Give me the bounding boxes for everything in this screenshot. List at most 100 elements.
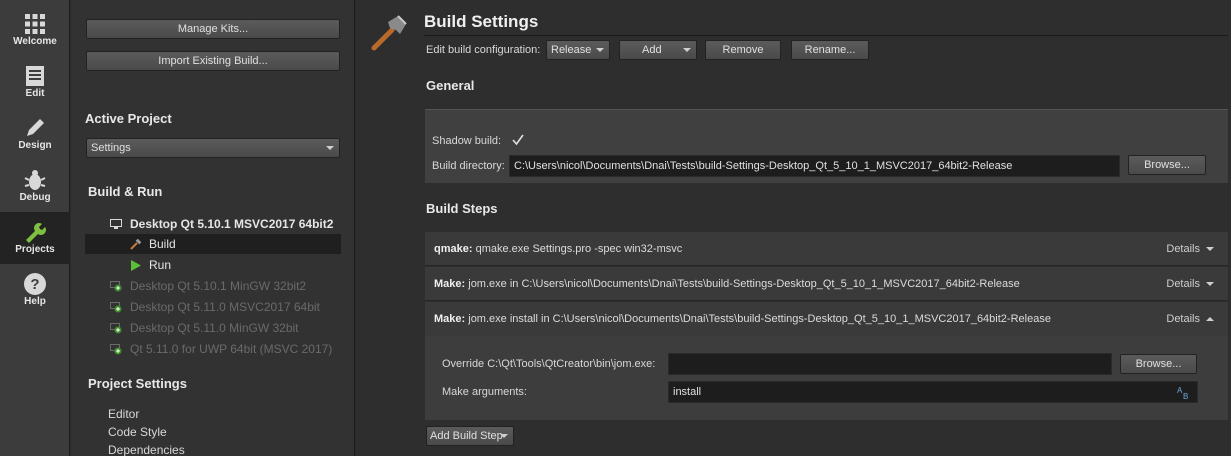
hammer-icon	[130, 239, 142, 250]
add-build-step-label: Add Build Step	[430, 430, 503, 442]
chevron-down-icon	[1206, 282, 1214, 287]
import-build-button[interactable]: Import Existing Build...	[86, 51, 340, 71]
hammer-icon	[371, 15, 407, 51]
build-config-select[interactable]: Release	[546, 40, 610, 60]
step-name: Make:	[434, 313, 466, 325]
active-project-select[interactable]: Settings	[86, 138, 340, 158]
variable-chooser-icon[interactable]: A B	[1177, 385, 1191, 399]
build-dir-label: Build directory:	[432, 160, 505, 172]
build-step-qmake[interactable]: qmake: qmake.exe Settings.pro -spec win3…	[425, 232, 1228, 266]
chevron-down-icon	[326, 146, 334, 150]
add-kit-icon	[110, 302, 122, 313]
mode-design[interactable]: Design	[0, 108, 70, 160]
build-step-make-install[interactable]: Make: jom.exe install in C:\Users\nicol\…	[425, 302, 1228, 336]
browse-build-dir-button[interactable]: Browse...	[1128, 155, 1206, 175]
mode-label: Welcome	[13, 36, 57, 47]
rename-config-button[interactable]: Rename...	[791, 40, 869, 60]
kit-label: Desktop Qt 5.11.0 MinGW 32bit	[130, 321, 299, 335]
project-settings-dependencies[interactable]: Dependencies	[108, 443, 185, 456]
general-heading: General	[426, 78, 475, 93]
active-project-heading: Active Project	[85, 111, 172, 126]
chevron-down-icon	[596, 48, 604, 52]
build-config-value: Release	[551, 44, 592, 56]
wrench-icon	[26, 223, 46, 243]
project-sidebar: Manage Kits... Import Existing Build... …	[71, 0, 355, 456]
add-kit-icon	[110, 344, 122, 355]
kit-item-511-mingw-32bit[interactable]: Desktop Qt 5.11.0 MinGW 32bit	[85, 318, 341, 338]
build-run-heading: Build & Run	[88, 184, 163, 199]
add-build-step-button[interactable]: Add Build Step	[426, 426, 514, 446]
shadow-build-checkbox[interactable]	[512, 134, 524, 146]
step-command: jom.exe in C:\Users\nicol\Documents\Dnai…	[468, 278, 1020, 290]
mode-label: Edit	[25, 88, 45, 99]
bug-icon	[24, 170, 46, 190]
chevron-up-icon	[1206, 317, 1214, 322]
kit-item-uwp-64bit[interactable]: Qt 5.11.0 for UWP 64bit (MSVC 2017)	[85, 339, 341, 359]
kit-item-mingw-32bit2[interactable]: Desktop Qt 5.10.1 MinGW 32bit2	[85, 276, 341, 296]
step-details-toggle[interactable]: Details	[1166, 267, 1214, 301]
browse-override-button[interactable]: Browse...	[1120, 354, 1197, 374]
mode-label: Design	[18, 140, 52, 151]
add-kit-icon	[110, 323, 122, 334]
chevron-down-icon	[500, 434, 508, 438]
kit-label: Desktop Qt 5.10.1 MSVC2017 64bit2	[130, 217, 334, 231]
step-command: jom.exe install in C:\Users\nicol\Docume…	[468, 313, 1051, 325]
step-command: qmake.exe Settings.pro -spec win32-msvc	[475, 243, 683, 255]
document-icon	[26, 66, 44, 86]
chevron-down-icon	[683, 48, 691, 52]
page-title: Build Settings	[424, 12, 539, 31]
step-details-toggle[interactable]: Details	[1166, 302, 1214, 336]
build-steps-heading: Build Steps	[426, 201, 498, 216]
kit-run-item[interactable]: Run	[85, 255, 341, 275]
kit-label: Qt 5.11.0 for UWP 64bit (MSVC 2017)	[130, 342, 333, 356]
make-args-field[interactable]: install A B	[668, 381, 1198, 403]
edit-config-label: Edit build configuration:	[426, 44, 541, 56]
general-panel: Shadow build: Build directory: C:\Users\…	[425, 109, 1228, 183]
monitor-icon	[110, 219, 122, 229]
override-field[interactable]	[668, 353, 1112, 375]
title-divider	[424, 35, 1228, 36]
kit-label: Desktop Qt 5.11.0 MSVC2017 64bit	[130, 300, 320, 314]
mode-edit[interactable]: Edit	[0, 56, 70, 108]
add-config-button[interactable]: Add	[619, 40, 697, 60]
mode-label: Debug	[19, 192, 51, 203]
mode-label: Projects	[15, 244, 55, 255]
make-args-value: install	[673, 386, 702, 398]
add-kit-icon	[110, 281, 122, 292]
svg-text:B: B	[1183, 392, 1188, 399]
project-settings-editor[interactable]: Editor	[108, 407, 139, 421]
step-details-toggle[interactable]: Details	[1166, 232, 1214, 266]
question-icon: ?	[24, 273, 46, 295]
mode-debug[interactable]: Debug	[0, 160, 70, 212]
mode-bar: Welcome Edit Design Debug Projects ? Hel…	[0, 0, 70, 456]
project-settings-code-style[interactable]: Code Style	[108, 425, 167, 439]
kit-build-item[interactable]: Build	[85, 234, 341, 254]
build-settings-panel: Build Settings Edit build configuration:…	[356, 0, 1231, 456]
grid-icon	[25, 14, 45, 34]
step-name: qmake:	[434, 243, 473, 255]
play-icon	[131, 260, 141, 271]
build-label: Build	[149, 237, 176, 251]
step-name: Make:	[434, 278, 466, 290]
svg-text:?: ?	[30, 276, 39, 293]
shadow-build-label: Shadow build:	[432, 135, 502, 147]
add-label: Add	[642, 44, 662, 56]
active-project-value: Settings	[91, 142, 131, 154]
chevron-down-icon	[1206, 247, 1214, 252]
kit-item-511-msvc2017-64bit[interactable]: Desktop Qt 5.11.0 MSVC2017 64bit	[85, 297, 341, 317]
build-step-make[interactable]: Make: jom.exe in C:\Users\nicol\Document…	[425, 267, 1228, 301]
pencil-icon	[27, 119, 44, 136]
manage-kits-button[interactable]: Manage Kits...	[86, 19, 340, 39]
kit-item-msvc2017-64bit2[interactable]: Desktop Qt 5.10.1 MSVC2017 64bit2	[85, 214, 341, 234]
make-args-label: Make arguments:	[442, 386, 527, 398]
project-settings-heading: Project Settings	[88, 376, 187, 391]
build-dir-field[interactable]: C:\Users\nicol\Documents\Dnai\Tests\buil…	[509, 155, 1120, 177]
mode-projects[interactable]: Projects	[0, 212, 70, 264]
remove-config-button[interactable]: Remove	[705, 40, 781, 60]
kit-label: Desktop Qt 5.10.1 MinGW 32bit2	[130, 279, 307, 293]
mode-help[interactable]: ? Help	[0, 264, 70, 316]
run-label: Run	[149, 258, 172, 272]
mode-label: Help	[24, 296, 46, 307]
mode-welcome[interactable]: Welcome	[0, 4, 70, 56]
make-install-details: Override C:\Qt\Tools\QtCreator\bin\jom.e…	[425, 336, 1228, 420]
